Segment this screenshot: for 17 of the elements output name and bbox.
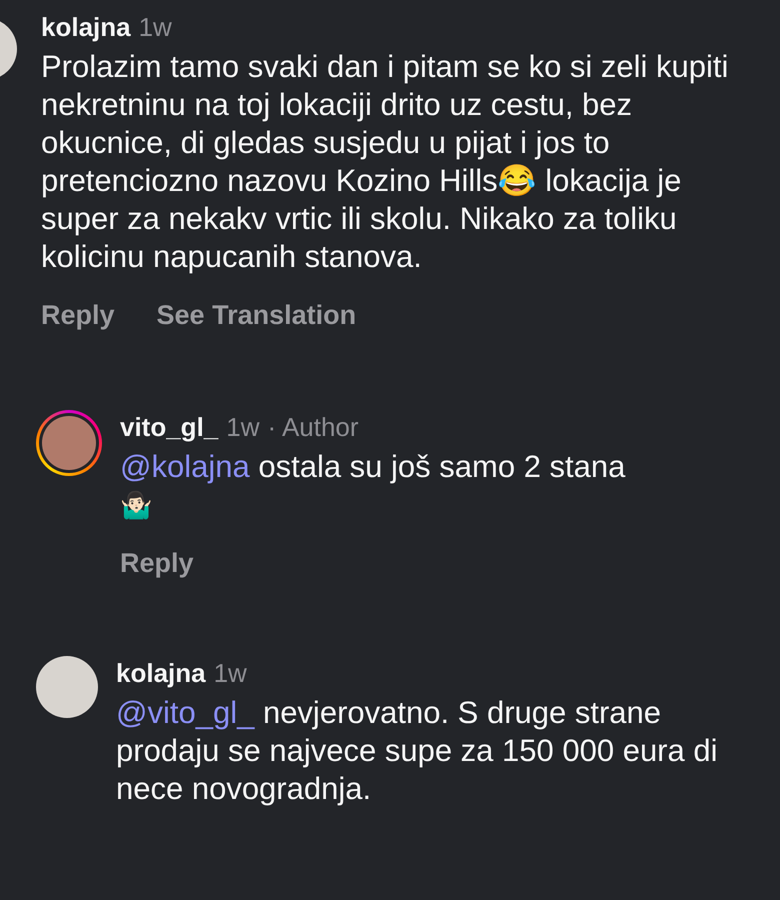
comment-text: @kolajna ostala su još samo 2 stana — [120, 448, 626, 486]
mention-link[interactable]: @kolajna — [120, 449, 250, 484]
username[interactable]: vito_gl_ — [120, 410, 218, 444]
author-label: · Author — [268, 411, 359, 444]
username[interactable]: kolajna — [116, 656, 206, 690]
timestamp: 1w — [226, 411, 260, 444]
username[interactable]: kolajna — [41, 10, 131, 44]
emoji: 🤷🏻‍♂ — [120, 489, 153, 522]
comment-text: @vito_gl_ nevjerovatno. S druge strane prodaju se najvece supe za 150 000 eura di nece novogradnja. — [116, 694, 718, 808]
avatar[interactable] — [42, 416, 96, 470]
comment-action[interactable]: See Translation — [156, 298, 356, 332]
comment-action[interactable]: Reply — [120, 546, 194, 580]
mention-link[interactable]: @vito_gl_ — [116, 695, 254, 730]
timestamp: 1w — [138, 11, 172, 44]
timestamp: 1w — [214, 657, 247, 690]
comment-action[interactable]: Reply — [41, 298, 115, 332]
comment-text: Prolazim tamo svaki dan i pitam se ko si zeli kupiti nekretninu na toj lokaciji drito uz cestu, bez okucnice, di gledas susjedu u pijat i jos to pretenciozno nazovu Kozino Hills😂 lokacija je super za nekakv vrtic ili skolu. Nikako za toliku kolicinu napucanih stanova. — [41, 48, 730, 276]
